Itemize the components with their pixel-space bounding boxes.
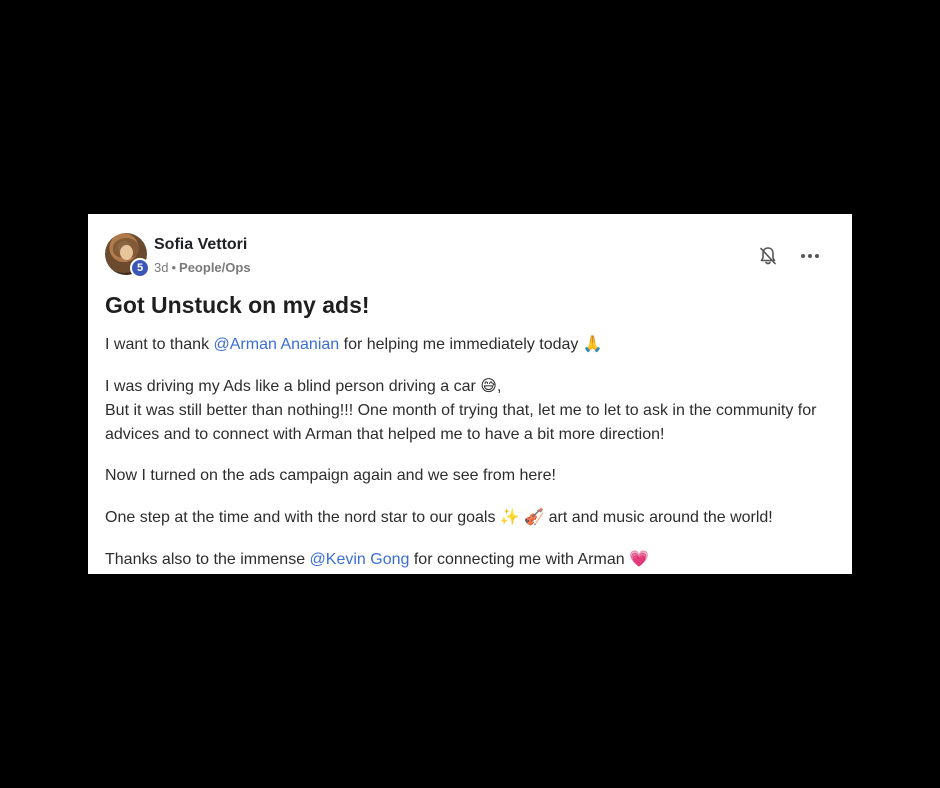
paragraph-thanks: I want to thank @Arman Ananian for helpi… — [105, 332, 825, 357]
p1-text-before: I want to thank — [105, 336, 214, 353]
sweat-smile-emoji-icon: 😅 — [480, 376, 497, 395]
p5-text-after: for connecting me with Arman — [409, 551, 630, 568]
author-level-badge: 5 — [130, 258, 150, 278]
post-category[interactable]: People/Ops — [179, 260, 251, 275]
p4-text-before: One step at the time and with the nord s… — [105, 509, 500, 526]
meta-separator: • — [171, 260, 177, 275]
paragraph-kevin: Thanks also to the immense @Kevin Gong f… — [105, 547, 825, 572]
post-header: 5 Sofia Vettori 3d • People/Ops — [105, 233, 852, 278]
post-time[interactable]: 3d — [154, 260, 168, 275]
author-name[interactable]: Sofia Vettori — [154, 236, 247, 254]
sparkles-emoji-icon: ✨ — [499, 507, 520, 526]
mention-kevin-gong[interactable]: @Kevin Gong — [310, 551, 410, 568]
paragraph-driving: I was driving my Ads like a blind person… — [105, 374, 825, 447]
violin-emoji-icon: 🎻 — [524, 507, 545, 526]
bell-off-icon[interactable] — [758, 246, 778, 266]
p4-text-after: art and music around the world! — [544, 509, 773, 526]
p2-line1-end: , — [496, 378, 502, 395]
praying-hands-emoji-icon: 🙏 — [582, 334, 603, 353]
post-actions — [758, 246, 820, 266]
p5-text-before: Thanks also to the immense — [105, 551, 310, 568]
avatar-face — [120, 245, 133, 260]
p2-line1: I was driving my Ads like a blind person… — [105, 378, 481, 395]
post-card: 5 Sofia Vettori 3d • People/Ops Got Unst… — [88, 214, 852, 574]
heart-emoji-icon: 💗 — [629, 549, 649, 568]
paragraph-goals: One step at the time and with the nord s… — [105, 505, 825, 530]
post-title: Got Unstuck on my ads! — [105, 292, 370, 318]
paragraph-campaign: Now I turned on the ads campaign again a… — [105, 467, 556, 484]
more-horizontal-icon[interactable] — [800, 246, 820, 266]
mention-arman-ananian[interactable]: @Arman Ananian — [214, 336, 340, 353]
post-meta: 3d • People/Ops — [154, 260, 251, 275]
p2-line2: But it was still better than nothing!!! … — [105, 402, 817, 443]
post-body: I want to thank @Arman Ananian for helpi… — [105, 332, 825, 574]
p1-text-after: for helping me immediately today — [339, 336, 583, 353]
